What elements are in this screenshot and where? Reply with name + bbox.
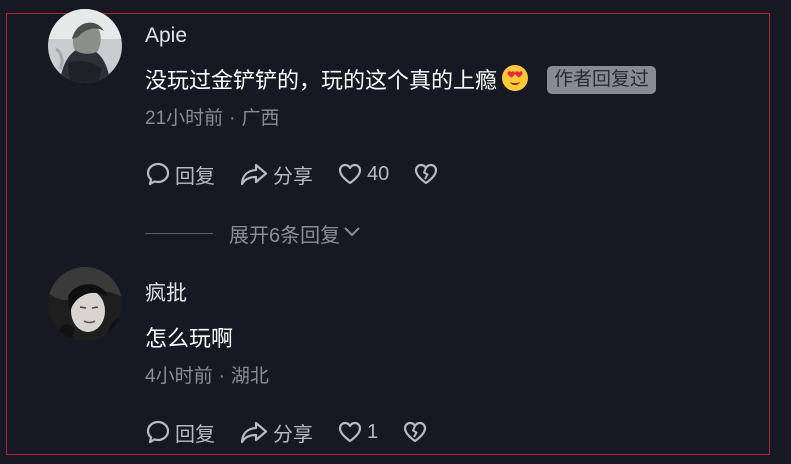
meta-separator: · xyxy=(229,108,236,129)
share-button[interactable]: 分享 xyxy=(239,160,313,189)
comment-actions: 回复 分享 1 xyxy=(145,417,432,447)
author-name[interactable]: 疯批 xyxy=(145,280,187,308)
share-arrow-icon xyxy=(239,419,273,445)
comment-bubble-icon xyxy=(145,419,175,445)
author-replied-badge: 作者回复过 xyxy=(547,66,657,94)
meta-separator: · xyxy=(218,366,225,387)
comment-meta: 21小时前 · 广西 xyxy=(145,106,279,132)
heart-icon xyxy=(337,161,367,187)
comment-time: 4小时前 xyxy=(145,366,213,387)
heart-eyes-emoji-icon xyxy=(501,64,529,102)
avatar[interactable] xyxy=(48,9,122,83)
dislike-button[interactable] xyxy=(402,419,432,445)
broken-heart-icon xyxy=(402,419,432,445)
share-label: 分享 xyxy=(273,423,313,446)
comment-content: 怎么玩啊 xyxy=(145,326,234,351)
dislike-button[interactable] xyxy=(413,161,443,187)
comment-actions: 回复 分享 40 xyxy=(145,159,443,189)
like-count: 40 xyxy=(367,162,390,185)
comment-time: 21小时前 xyxy=(145,108,224,129)
share-label: 分享 xyxy=(273,165,313,188)
divider-line xyxy=(145,233,213,234)
like-count: 1 xyxy=(367,420,379,443)
reply-button[interactable]: 回复 xyxy=(145,160,215,189)
comment-bubble-icon xyxy=(145,161,175,187)
heart-icon xyxy=(337,419,367,445)
avatar[interactable] xyxy=(48,267,122,341)
share-arrow-icon xyxy=(239,161,273,187)
reply-button[interactable]: 回复 xyxy=(145,418,215,447)
comment-meta: 4小时前 · 湖北 xyxy=(145,364,269,390)
comment-content: 没玩过金铲铲的，玩的这个真的上瘾 xyxy=(145,68,498,93)
expand-replies-button[interactable]: 展开6条回复 xyxy=(145,219,362,248)
comment-text: 怎么玩啊 xyxy=(145,322,233,356)
comment-text: 没玩过金铲铲的，玩的这个真的上瘾 作者回复过 xyxy=(145,64,657,102)
expand-replies-label: 展开6条回复 xyxy=(229,225,341,247)
comment-location: 湖北 xyxy=(230,366,269,387)
reply-label: 回复 xyxy=(175,423,215,446)
reply-label: 回复 xyxy=(175,165,215,188)
chevron-down-icon xyxy=(340,221,362,247)
like-button[interactable]: 40 xyxy=(337,161,389,187)
author-name[interactable]: Apie xyxy=(145,22,187,50)
share-button[interactable]: 分享 xyxy=(239,418,313,447)
comment-location: 广西 xyxy=(241,108,280,129)
broken-heart-icon xyxy=(413,161,443,187)
like-button[interactable]: 1 xyxy=(337,419,378,445)
